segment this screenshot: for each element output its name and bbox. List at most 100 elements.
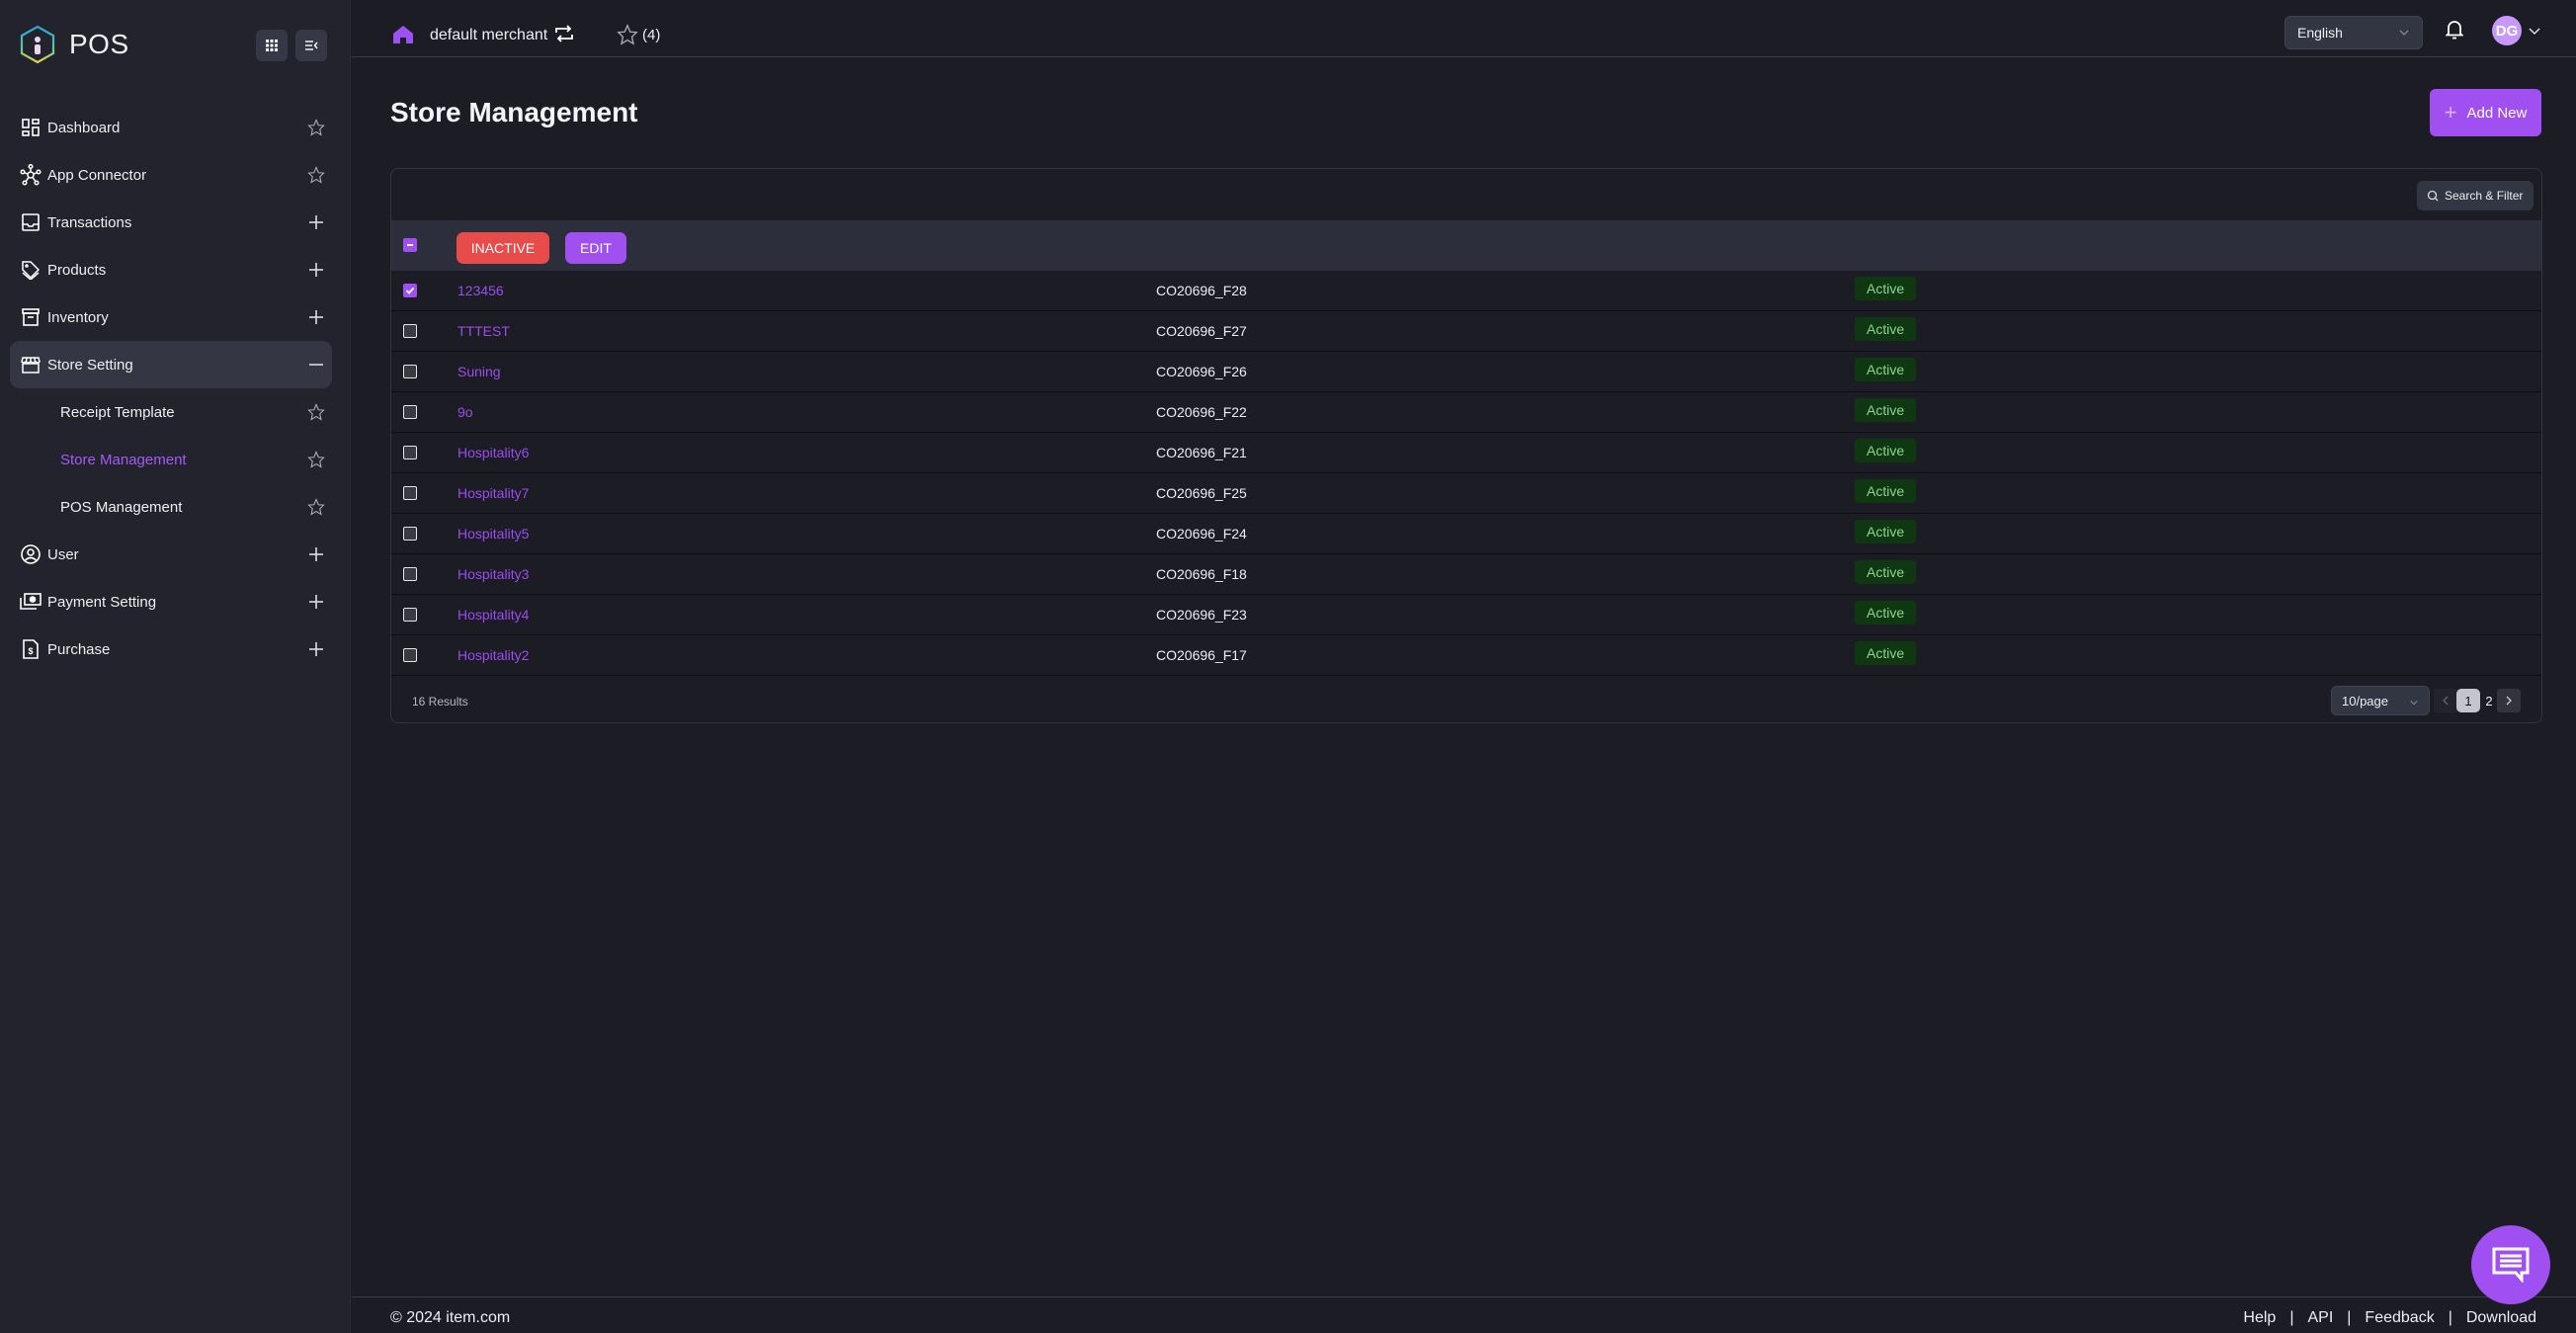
chat-button[interactable]: [2471, 1225, 2550, 1304]
store-icon: [20, 354, 42, 375]
sidebar-item-app-connector[interactable]: App Connector: [10, 151, 332, 199]
status-badge: Active: [1855, 317, 1917, 341]
row-checkbox[interactable]: [403, 608, 417, 622]
row-checkbox[interactable]: [403, 648, 417, 662]
row-checkbox[interactable]: [403, 405, 417, 419]
table-row[interactable]: Suning CO20696_F26 Active: [391, 352, 2541, 392]
chevron-down-icon[interactable]: [2528, 25, 2541, 42]
sidebar-item-products[interactable]: Products: [10, 246, 332, 293]
svg-text:$: $: [28, 646, 33, 656]
store-name-link[interactable]: Hospitality2: [457, 647, 529, 663]
sidebar-item-receipt-template[interactable]: Receipt Template: [10, 388, 332, 436]
switch-merchant-icon[interactable]: [554, 24, 574, 48]
row-checkbox[interactable]: [403, 486, 417, 500]
table-row[interactable]: 123456 CO20696_F28 Active: [391, 271, 2541, 311]
purchase-icon: $: [20, 638, 42, 660]
store-name-link[interactable]: Suning: [457, 364, 501, 379]
row-checkbox[interactable]: [403, 365, 417, 378]
select-all-checkbox[interactable]: [403, 238, 417, 252]
sidebar-item-label: Store Management: [60, 451, 187, 468]
star-icon[interactable]: [305, 164, 327, 186]
plus-icon[interactable]: [305, 211, 327, 233]
sidebar-item-user[interactable]: User: [10, 531, 332, 578]
sidebar-item-dashboard[interactable]: Dashboard: [10, 104, 332, 151]
logo[interactable]: POS: [20, 25, 129, 64]
row-checkbox[interactable]: [403, 567, 417, 581]
check-icon: [405, 287, 415, 294]
plus-icon[interactable]: [305, 591, 327, 613]
sidebar-item-inventory[interactable]: Inventory: [10, 293, 332, 341]
topbar: default merchant (4): [352, 0, 2576, 57]
next-page-button[interactable]: [2497, 689, 2521, 712]
copyright: © 2024 item.com: [390, 1309, 511, 1326]
table-row[interactable]: Hospitality5 CO20696_F24 Active: [391, 514, 2541, 554]
app-connector-icon: [20, 164, 42, 186]
sidebar-item-label: Payment Setting: [47, 593, 157, 611]
divider: |: [2448, 1309, 2452, 1326]
store-code: CO20696_F22: [1156, 404, 1247, 420]
language-select[interactable]: English: [2285, 16, 2423, 49]
home-icon[interactable]: [393, 26, 413, 48]
apps-grid-button[interactable]: [256, 30, 288, 61]
store-code: CO20696_F25: [1156, 485, 1247, 501]
plus-icon[interactable]: [305, 306, 327, 328]
table-row[interactable]: Hospitality2 CO20696_F17 Active: [391, 635, 2541, 676]
table-row[interactable]: Hospitality4 CO20696_F23 Active: [391, 595, 2541, 635]
download-link[interactable]: Download: [2466, 1309, 2536, 1327]
table-row[interactable]: Hospitality6 CO20696_F21 Active: [391, 433, 2541, 473]
sidebar-item-transactions[interactable]: Transactions: [10, 199, 332, 246]
table-row[interactable]: Hospitality3 CO20696_F18 Active: [391, 554, 2541, 595]
table-row[interactable]: Hospitality7 CO20696_F25 Active: [391, 473, 2541, 514]
sidebar-item-pos-management[interactable]: POS Management: [10, 483, 332, 531]
add-new-label: Add New: [2466, 104, 2528, 122]
row-checkbox[interactable]: [403, 324, 417, 338]
row-checkbox[interactable]: [403, 527, 417, 541]
sidebar-nav: Dashboard App Connector Transactions Pro…: [10, 104, 332, 673]
merchant-name[interactable]: default merchant: [430, 27, 547, 44]
api-link[interactable]: API: [2307, 1309, 2333, 1327]
page-size-select[interactable]: 10/page: [2331, 686, 2430, 715]
collapse-sidebar-button[interactable]: [295, 30, 327, 61]
star-icon[interactable]: [305, 401, 327, 423]
row-checkbox[interactable]: [403, 284, 417, 297]
sidebar-item-store-management[interactable]: Store Management: [10, 436, 332, 483]
star-icon[interactable]: [305, 449, 327, 470]
bell-icon[interactable]: [2445, 20, 2464, 44]
edit-button[interactable]: EDIT: [565, 232, 626, 264]
star-icon[interactable]: [305, 117, 327, 138]
sidebar-item-label: Dashboard: [47, 119, 121, 136]
store-name-link[interactable]: Hospitality6: [457, 445, 529, 460]
add-new-button[interactable]: + Add New: [2430, 89, 2541, 136]
table-row[interactable]: TTTEST CO20696_F27 Active: [391, 311, 2541, 352]
store-name-link[interactable]: Hospitality3: [457, 566, 529, 582]
status-badge: Active: [1855, 520, 1917, 543]
prev-page-button[interactable]: [2434, 689, 2457, 712]
store-name-link[interactable]: Hospitality4: [457, 607, 529, 623]
favorites-button[interactable]: (4): [617, 24, 660, 45]
plus-icon[interactable]: [305, 638, 327, 660]
minus-icon[interactable]: [305, 354, 327, 375]
search-filter-button[interactable]: Search & Filter: [2417, 181, 2534, 210]
plus-icon[interactable]: [305, 543, 327, 565]
store-name-link[interactable]: TTTEST: [457, 323, 510, 339]
row-checkbox[interactable]: [403, 446, 417, 459]
feedback-link[interactable]: Feedback: [2365, 1309, 2434, 1327]
chevron-down-icon: [2398, 26, 2410, 42]
help-link[interactable]: Help: [2243, 1309, 2276, 1327]
status-badge: Active: [1855, 641, 1917, 665]
inactive-button[interactable]: INACTIVE: [457, 232, 549, 264]
sidebar: POS Dashboard App Connector Transactions…: [0, 0, 351, 1333]
table-row[interactable]: 9o CO20696_F22 Active: [391, 392, 2541, 433]
avatar[interactable]: DG: [2492, 16, 2522, 45]
sidebar-item-store-setting[interactable]: Store Setting: [10, 341, 332, 388]
store-name-link[interactable]: 9o: [457, 404, 473, 420]
status-badge: Active: [1855, 439, 1917, 462]
divider: |: [2347, 1309, 2352, 1326]
store-name-link[interactable]: Hospitality5: [457, 526, 529, 542]
plus-icon[interactable]: [305, 259, 327, 281]
star-icon[interactable]: [305, 496, 327, 518]
sidebar-item-purchase[interactable]: $ Purchase: [10, 625, 332, 673]
sidebar-item-payment-setting[interactable]: Payment Setting: [10, 578, 332, 625]
store-name-link[interactable]: 123456: [457, 283, 504, 298]
store-name-link[interactable]: Hospitality7: [457, 485, 529, 501]
